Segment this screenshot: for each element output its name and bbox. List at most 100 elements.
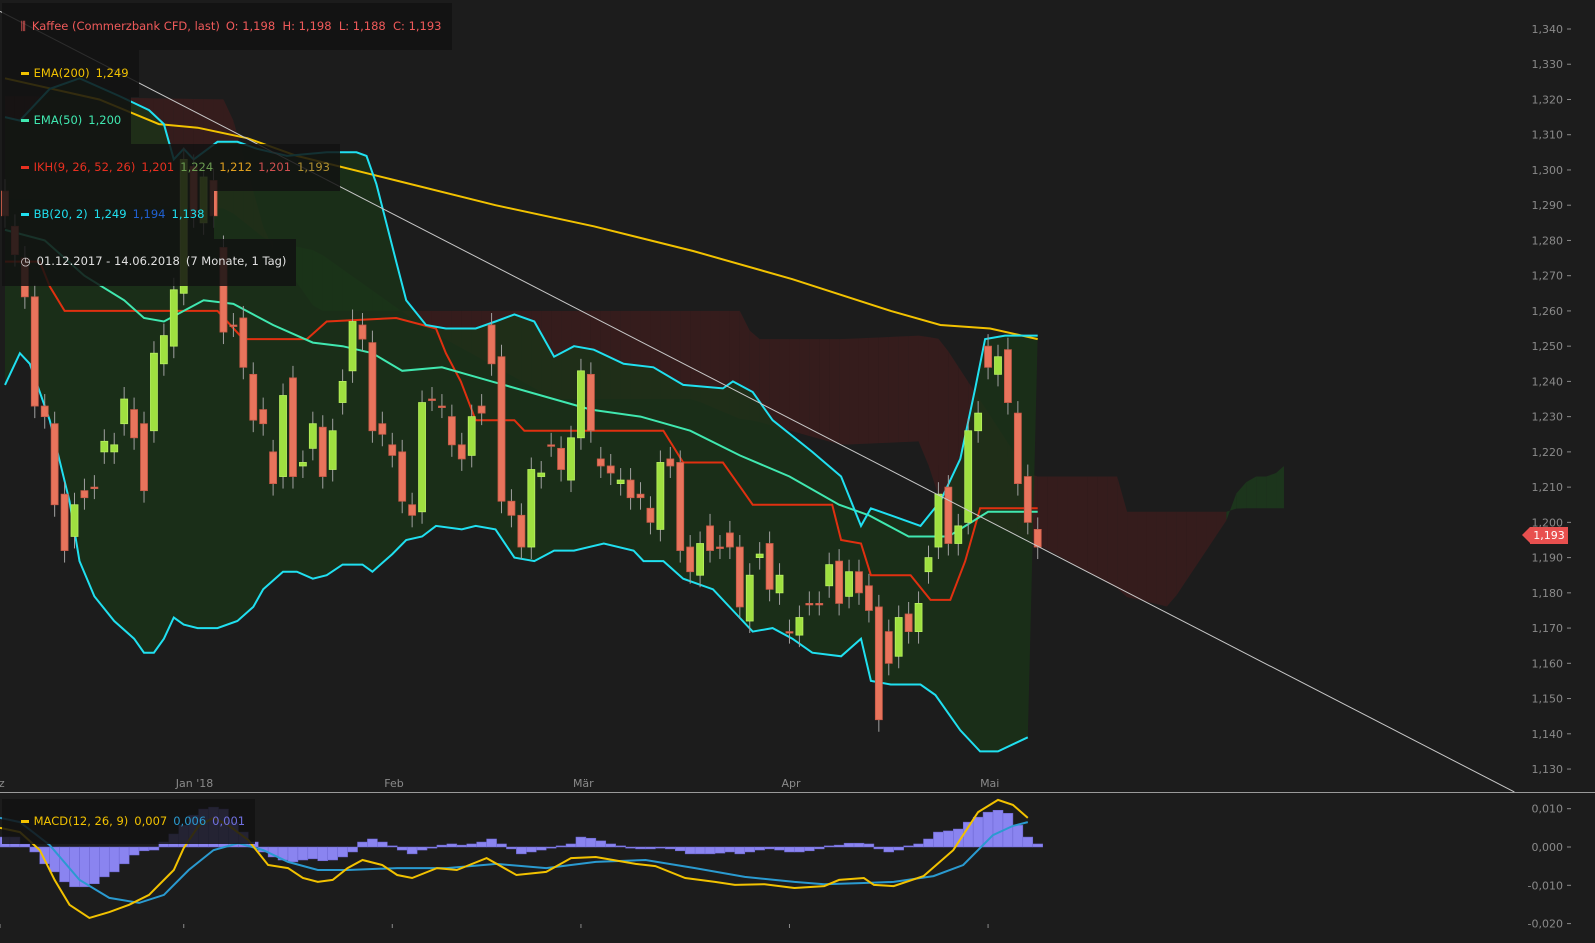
cloud-segment: [898, 336, 909, 443]
macd-histogram-bar: [446, 843, 458, 848]
macd-histogram-bar: [367, 838, 378, 848]
cloud-segment: [1246, 476, 1257, 509]
candle-up: [974, 412, 983, 432]
cloud-segment: [1047, 476, 1058, 556]
legend-ema200[interactable]: EMA(200) 1,249: [2, 50, 139, 98]
cloud-segment: [888, 336, 899, 443]
macd-histogram-bar: [645, 846, 656, 850]
ikh-swatch: [20, 166, 29, 170]
candle-up: [279, 395, 287, 477]
y-tick-label: 1,260: [1532, 305, 1564, 318]
macd-histogram-bar: [1032, 843, 1043, 848]
macd-histogram-bar: [972, 816, 984, 848]
macd-histogram-bar: [615, 845, 626, 848]
cloud-segment: [1196, 511, 1207, 566]
cloud-segment: [1206, 511, 1217, 551]
macd-histogram-bar: [774, 846, 785, 851]
macd-y-tick-label: 0,000: [1532, 841, 1564, 854]
candle-down: [557, 447, 565, 470]
cloud-segment: [1077, 476, 1088, 572]
macd-histogram-bar: [1022, 836, 1034, 848]
macd-histogram-bar: [426, 846, 438, 849]
macd-histogram-bar: [665, 846, 676, 850]
macd-histogram-bar: [853, 842, 865, 848]
candle-up: [656, 462, 665, 530]
legend-ikh[interactable]: IKH(9, 26, 52, 26) 1,201 1,224 1,212 1,201 1,…: [2, 144, 341, 192]
candle-down: [140, 423, 148, 492]
macd-histogram-bar: [297, 846, 309, 861]
cloud-segment: [799, 339, 810, 436]
cloud-segment: [1067, 476, 1078, 567]
cloud-segment: [928, 336, 939, 496]
candle-down: [259, 409, 268, 425]
macd-histogram-bar: [347, 846, 358, 853]
y-tick-label: 1,210: [1532, 481, 1564, 494]
x-tick-label: Mai: [980, 777, 999, 790]
macd-histogram-bar: [555, 845, 567, 848]
candle-up: [616, 479, 625, 484]
macd-histogram-bar: [605, 843, 616, 848]
candle-up: [418, 402, 426, 513]
candle-down: [239, 317, 248, 368]
legend-ema50[interactable]: EMA(50) 1,200: [2, 97, 132, 145]
macd-histogram-bar: [416, 846, 428, 851]
y-tick-label: 1,250: [1532, 340, 1564, 353]
cloud-segment: [1117, 476, 1128, 598]
candle-down: [368, 342, 377, 432]
y-tick-label: 1,150: [1532, 693, 1564, 706]
y-tick-label: 1,270: [1532, 270, 1564, 283]
cloud-segment: [1146, 511, 1157, 605]
x-tick-label: Jan '18: [175, 777, 213, 790]
candle-up: [696, 543, 704, 576]
macd-histogram-bar: [893, 846, 904, 851]
macd-histogram-bar: [863, 843, 875, 848]
macd-histogram-bar: [814, 846, 825, 850]
bb-swatch: [20, 213, 29, 217]
cloud-segment: [1156, 511, 1167, 607]
macd-histogram-bar: [804, 846, 815, 852]
legend-bb[interactable]: BB(20, 2) 1,249 1,194 1,138: [2, 191, 215, 239]
macd-histogram-bar: [118, 846, 130, 865]
macd-histogram-bar: [734, 846, 746, 855]
macd-histogram-bar: [744, 846, 755, 853]
candle-up: [914, 603, 923, 633]
cloud-segment: [908, 335, 919, 442]
candle-down: [398, 451, 407, 502]
candle-down: [785, 631, 794, 634]
candle-up: [845, 571, 853, 597]
candle-down: [805, 603, 814, 606]
current-price-badge: 1,193: [1522, 527, 1568, 544]
macd-histogram-bar: [933, 831, 944, 848]
candle-up: [110, 444, 119, 453]
cloud-segment: [1256, 476, 1267, 509]
x-tick-label: Mär: [573, 777, 594, 790]
macd-legend[interactable]: MACD(12, 26, 9) 0,007 0,006 0,001: [2, 799, 256, 844]
macd-histogram-bar: [943, 830, 954, 848]
y-tick-label: 1,310: [1532, 129, 1564, 142]
y-tick-label: 1,290: [1532, 199, 1564, 212]
y-tick-label: 1,170: [1532, 622, 1564, 635]
macd-histogram-bar: [108, 846, 120, 873]
candle-up: [954, 525, 963, 544]
macd-histogram-bar: [89, 846, 100, 885]
candle-up: [755, 553, 764, 558]
y-tick-label: 1,320: [1532, 93, 1564, 106]
macd-histogram-bar: [317, 846, 329, 862]
candle-down: [626, 479, 635, 499]
candle-up: [169, 289, 178, 347]
candle-up: [348, 321, 357, 372]
candle-down: [884, 631, 893, 664]
candle-down: [50, 423, 59, 506]
candle-down: [60, 493, 69, 551]
candle-down: [606, 465, 615, 474]
x-tick-label: Apr: [781, 777, 801, 790]
macd-histogram-bar: [327, 846, 338, 861]
macd-histogram-bar: [655, 846, 666, 849]
candle-up: [894, 617, 903, 657]
cloud-segment: [858, 337, 869, 445]
candle-down: [438, 405, 446, 408]
cloud-segment: [1057, 476, 1068, 561]
candle-down: [457, 444, 466, 460]
cloud-segment: [1186, 511, 1197, 581]
macd-histogram-bar: [625, 846, 636, 849]
